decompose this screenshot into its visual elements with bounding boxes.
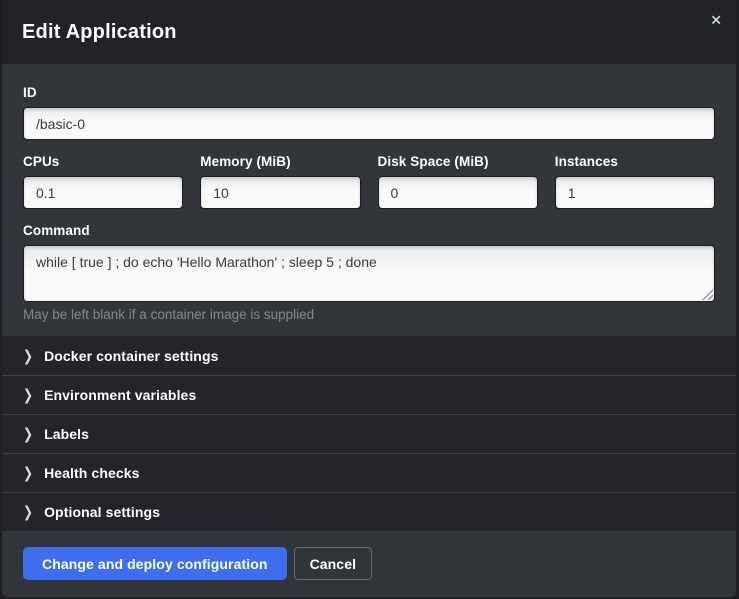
section-environment-variables[interactable]: ❯ Environment variables bbox=[2, 375, 736, 414]
instances-field-group: Instances bbox=[555, 154, 715, 209]
section-label: Environment variables bbox=[44, 387, 196, 403]
section-optional-settings[interactable]: ❯ Optional settings bbox=[2, 492, 736, 531]
instances-input[interactable] bbox=[555, 176, 715, 209]
command-label: Command bbox=[23, 223, 715, 238]
resources-row: CPUs Memory (MiB) Disk Space (MiB) Insta… bbox=[23, 154, 715, 209]
section-label: Optional settings bbox=[44, 504, 160, 520]
section-health-checks[interactable]: ❯ Health checks bbox=[2, 453, 736, 492]
cancel-button[interactable]: Cancel bbox=[294, 547, 373, 580]
command-field-group: Command while [ true ] ; do echo 'Hello … bbox=[23, 223, 715, 322]
cpus-field-group: CPUs bbox=[23, 154, 183, 209]
chevron-right-icon: ❯ bbox=[23, 466, 33, 481]
section-docker-container-settings[interactable]: ❯ Docker container settings bbox=[2, 336, 736, 375]
id-input[interactable] bbox=[23, 107, 715, 140]
instances-label: Instances bbox=[555, 154, 715, 169]
modal-body: ID CPUs Memory (MiB) Disk Space (MiB) In bbox=[2, 64, 736, 336]
section-labels[interactable]: ❯ Labels bbox=[2, 414, 736, 453]
cpus-label: CPUs bbox=[23, 154, 183, 169]
chevron-right-icon: ❯ bbox=[23, 427, 33, 442]
disk-label: Disk Space (MiB) bbox=[378, 154, 538, 169]
chevron-right-icon: ❯ bbox=[23, 505, 33, 520]
section-label: Health checks bbox=[44, 465, 139, 481]
command-help-text: May be left blank if a container image i… bbox=[23, 307, 715, 322]
chevron-right-icon: ❯ bbox=[23, 348, 33, 363]
command-textarea[interactable]: while [ true ] ; do echo 'Hello Marathon… bbox=[23, 245, 715, 302]
chevron-right-icon: ❯ bbox=[23, 388, 33, 403]
cpus-input[interactable] bbox=[23, 176, 183, 209]
section-label: Docker container settings bbox=[44, 348, 218, 364]
memory-field-group: Memory (MiB) bbox=[200, 154, 360, 209]
memory-label: Memory (MiB) bbox=[200, 154, 360, 169]
id-field-group: ID bbox=[23, 85, 715, 140]
memory-input[interactable] bbox=[200, 176, 360, 209]
section-label: Labels bbox=[44, 426, 89, 442]
id-label: ID bbox=[23, 85, 715, 100]
close-icon[interactable]: ✕ bbox=[710, 13, 722, 27]
disk-field-group: Disk Space (MiB) bbox=[378, 154, 538, 209]
modal-title: Edit Application bbox=[22, 21, 177, 44]
disk-input[interactable] bbox=[378, 176, 538, 209]
modal-footer: Change and deploy configuration Cancel bbox=[2, 531, 736, 597]
change-and-deploy-button[interactable]: Change and deploy configuration bbox=[23, 547, 287, 580]
command-textarea-wrap: while [ true ] ; do echo 'Hello Marathon… bbox=[23, 245, 715, 302]
accordion-sections: ❯ Docker container settings ❯ Environmen… bbox=[2, 336, 736, 531]
page-background: Edit Application ✕ ID CPUs Memory (MiB) … bbox=[0, 0, 739, 599]
modal-header: Edit Application ✕ bbox=[2, 0, 736, 64]
edit-application-modal: Edit Application ✕ ID CPUs Memory (MiB) … bbox=[2, 0, 736, 597]
